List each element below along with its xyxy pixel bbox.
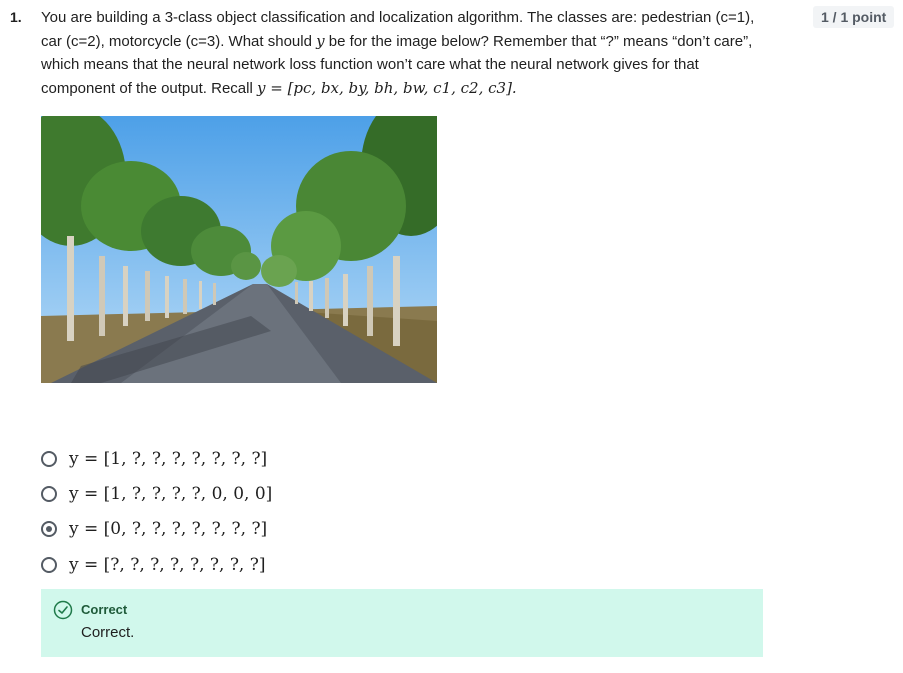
option-4[interactable]: y = [?, ?, ?, ?, ?, ?, ?, ?] <box>41 551 441 579</box>
question-line-4: component of the output. Recall y = [pc,… <box>41 78 517 97</box>
question-text: You are building a 3-class object classi… <box>41 6 761 100</box>
radio-button[interactable] <box>41 557 57 573</box>
question-line-3: which means that the neural network loss… <box>41 56 699 73</box>
feedback-text: Correct. <box>81 624 135 641</box>
radio-button-selected[interactable] <box>41 521 57 537</box>
option-1[interactable]: y = [1, ?, ?, ?, ?, ?, ?, ?] <box>41 445 441 473</box>
road-photo <box>41 116 437 383</box>
recall-formula: y = [pc, bx, by, bh, bw, c1, c2, c3]. <box>256 78 517 97</box>
feedback-title: Correct <box>81 602 128 617</box>
feedback-panel: Correct Correct. <box>41 589 763 657</box>
radio-button[interactable] <box>41 486 57 502</box>
check-circle-icon <box>53 600 73 620</box>
points-badge: 1 / 1 point <box>813 6 895 28</box>
option-label: y = [1, ?, ?, ?, ?, ?, ?, ?] <box>69 449 268 469</box>
option-2[interactable]: y = [1, ?, ?, ?, ?, 0, 0, 0] <box>41 480 441 508</box>
option-3[interactable]: y = [0, ?, ?, ?, ?, ?, ?, ?] <box>41 515 441 543</box>
question-line-1: You are building a 3-class object classi… <box>41 9 755 26</box>
radio-button[interactable] <box>41 451 57 467</box>
option-label: y = [?, ?, ?, ?, ?, ?, ?, ?] <box>69 555 266 575</box>
question-number: 1. <box>10 9 22 25</box>
option-label: y = [1, ?, ?, ?, ?, 0, 0, 0] <box>69 484 273 504</box>
option-label: y = [0, ?, ?, ?, ?, ?, ?, ?] <box>69 519 268 539</box>
question-line-2: car (c=2), motorcycle (c=3). What should… <box>41 31 753 50</box>
